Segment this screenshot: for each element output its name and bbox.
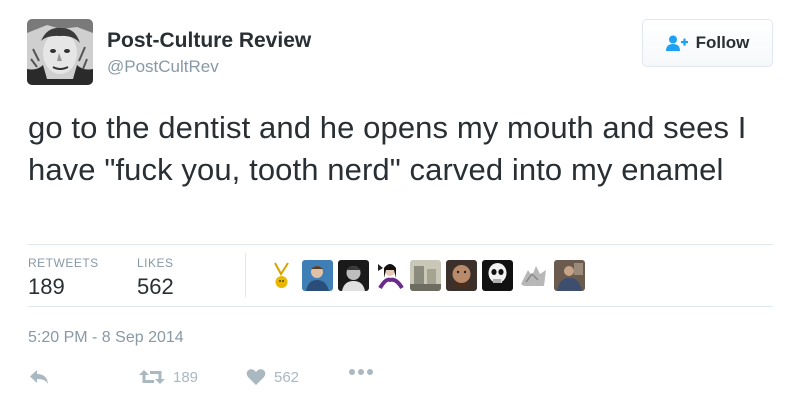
tweet-text: go to the dentist and he opens my mouth … [28,110,747,187]
more-dots-icon [348,368,374,376]
liker-avatar[interactable] [266,259,297,291]
retweets-count[interactable]: 189 [28,274,65,300]
liker-avatar[interactable] [554,259,585,291]
liker-avatar[interactable] [302,259,333,291]
follow-button-label: Follow [695,33,750,52]
author-avatar[interactable] [27,19,93,85]
tweet-timestamp[interactable]: 5:20 PM - 8 Sep 2014 [28,329,184,347]
liker-avatar[interactable] [482,259,513,291]
like-button[interactable]: 562 [246,368,299,386]
liker-avatar[interactable] [410,259,441,291]
follow-button[interactable]: Follow [642,19,773,67]
stats-divider-bottom [28,306,773,307]
likers-avatar-list [266,257,585,293]
author-handle[interactable]: @PostCultRev [107,57,219,77]
retweet-icon [139,368,165,386]
heart-icon [246,368,266,386]
tweet-card: Post-Culture Review @PostCultRev Follow … [0,0,799,408]
retweet-button[interactable]: 189 [139,368,198,386]
liker-avatar[interactable] [446,259,477,291]
more-button[interactable] [348,368,374,376]
person-plus-icon [665,35,688,51]
reply-button[interactable] [28,368,50,386]
retweets-label[interactable]: RETWEETS [28,256,99,270]
likes-count[interactable]: 562 [137,274,174,300]
avatar-portrait-image [27,19,93,85]
stats-vertical-divider [245,253,246,297]
stats-divider-top [28,244,773,245]
liker-avatar[interactable] [338,259,369,291]
like-action-count: 562 [274,368,300,386]
likes-label[interactable]: LIKES [137,256,174,270]
liker-avatar[interactable] [518,259,549,291]
retweet-action-count: 189 [173,368,199,386]
author-display-name[interactable]: Post-Culture Review [107,29,311,53]
liker-avatar[interactable] [374,259,405,291]
reply-icon [28,368,50,386]
